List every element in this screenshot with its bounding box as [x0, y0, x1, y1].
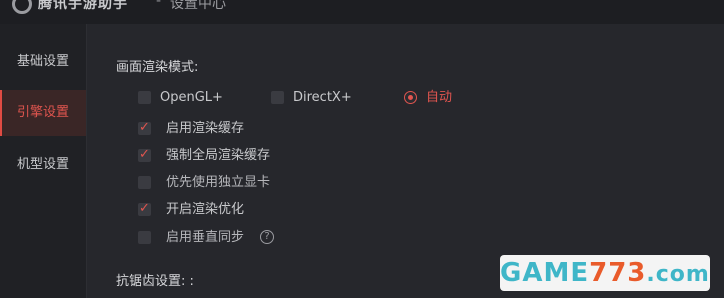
antialias-title: 抗锯齿设置: :: [116, 274, 194, 289]
radio-label: OpenGL+: [160, 90, 223, 105]
checkbox-label: 启用渲染缓存: [166, 121, 245, 136]
help-icon[interactable]: ?: [260, 230, 274, 244]
radio-box-icon: [271, 91, 284, 104]
checkbox-label: 强制全局渲染缓存: [166, 148, 271, 163]
watermark-game: GAME: [500, 258, 590, 288]
app-name: 腾讯手游助手: [38, 0, 128, 12]
checkbox-box: [138, 176, 151, 189]
checkbox-box: ✓: [138, 120, 151, 135]
checkbox-box: ✓: [138, 201, 151, 216]
site-watermark: GAME773.com: [500, 255, 710, 291]
checkbox-label: 开启渲染优化: [166, 202, 245, 217]
render-mode-title: 画面渲染模式:: [116, 60, 199, 75]
checkbox-label: 优先使用独立显卡: [166, 175, 271, 190]
checkbox-box: [138, 231, 151, 244]
checkmark-icon: ✓: [139, 147, 150, 162]
title-bar: 腾讯手游助手 - 设置中心: [0, 0, 724, 24]
sidebar-item-basic-settings[interactable]: 基础设置: [0, 39, 86, 85]
checkmark-icon: ✓: [139, 201, 150, 216]
title-separator: -: [156, 0, 162, 9]
sidebar-item-engine-settings[interactable]: 引擎设置: [0, 90, 86, 136]
watermark-domain: .com: [646, 262, 710, 287]
radio-label: DirectX+: [293, 90, 352, 105]
checkbox-label: 启用垂直同步: [166, 230, 245, 245]
sidebar-item-device-settings[interactable]: 机型设置: [0, 142, 86, 188]
checkmark-icon: ✓: [139, 120, 150, 135]
app-logo-icon: [12, 0, 32, 14]
watermark-number: 773: [589, 258, 647, 288]
sidebar: 基础设置 引擎设置 机型设置: [0, 24, 87, 298]
radio-label: 自动: [426, 90, 453, 105]
radio-selected-icon: [404, 91, 417, 104]
checkbox-box: ✓: [138, 147, 151, 162]
radio-box-icon: [138, 91, 151, 104]
window-section-title: 设置中心: [170, 0, 226, 12]
